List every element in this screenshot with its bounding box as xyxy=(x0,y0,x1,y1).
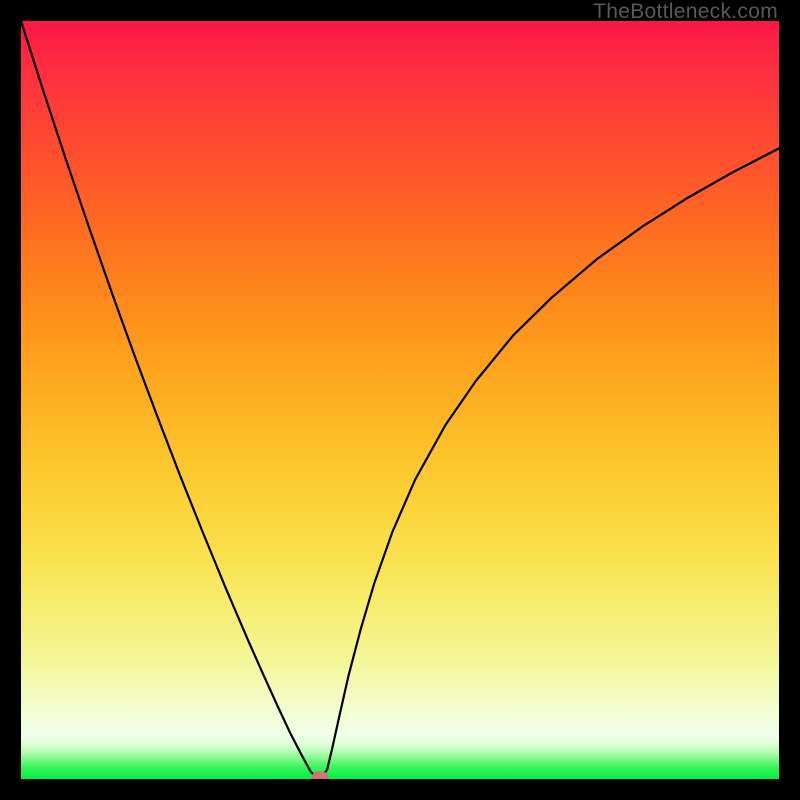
bottleneck-curve xyxy=(21,21,779,779)
chart-frame: TheBottleneck.com xyxy=(0,0,800,800)
plot-area xyxy=(21,21,779,779)
watermark-text: TheBottleneck.com xyxy=(593,0,778,24)
optimal-point-marker xyxy=(312,771,328,779)
